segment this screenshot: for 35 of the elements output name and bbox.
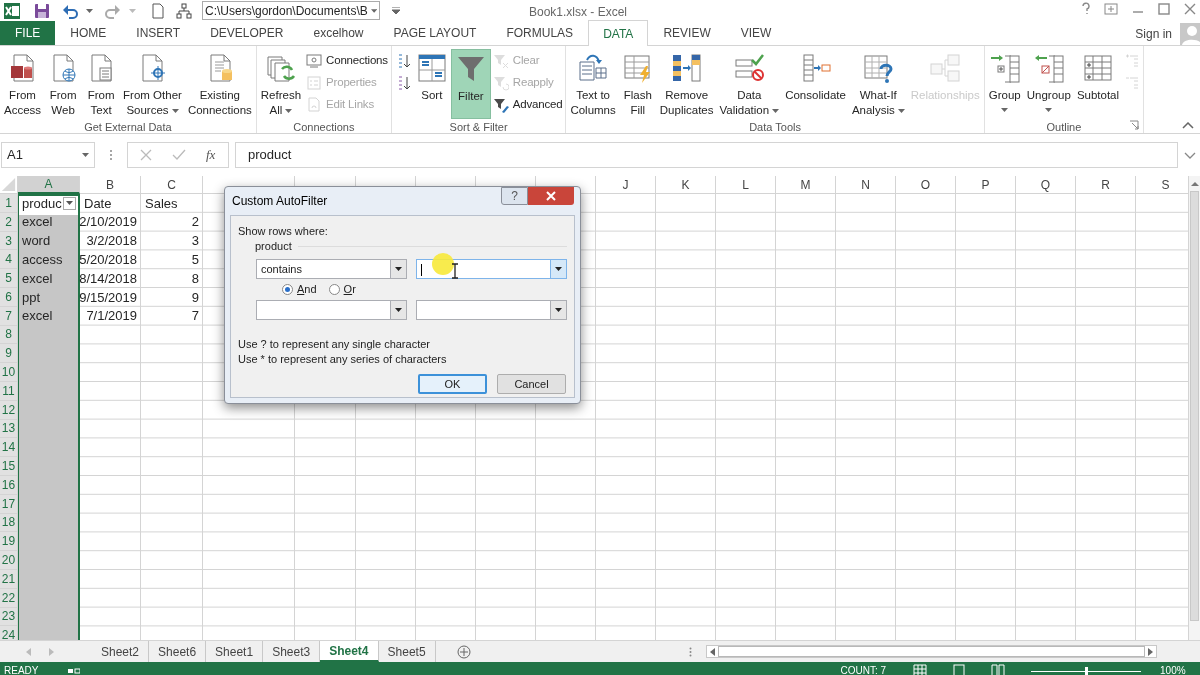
window-title: Book1.xlsx - Excel	[529, 4, 628, 21]
group-label: Sort & Filter	[449, 120, 508, 133]
status-text: COUNT: 7	[840, 665, 886, 675]
group-label: Data Tools	[749, 120, 801, 133]
table-cell-text: 9	[191, 288, 199, 307]
table-cell-text: access	[22, 251, 63, 270]
dialog-title: Custom AutoFilter	[232, 193, 328, 210]
group-label: Connections	[293, 120, 355, 133]
table-cell-text: excel	[22, 307, 53, 326]
prompt-label: Show rows where:	[238, 224, 329, 238]
zoom-level: 100%	[1160, 665, 1186, 675]
table-cell-text: 7/1/2019	[86, 307, 137, 326]
table-cell-text: produc	[22, 194, 63, 213]
table-cell-text: 2	[191, 213, 199, 232]
table-cell-text: Sales	[145, 194, 178, 213]
status-text: READY	[4, 665, 39, 675]
hint-text: Use ? to represent any single character	[238, 337, 431, 352]
table-cell-text: excel	[22, 213, 53, 232]
table-cell-text: 9/15/2019	[79, 288, 137, 307]
table-cell-text: word	[22, 232, 51, 251]
table-cell-text: Date	[84, 194, 112, 213]
table-cell-text: 2/10/2019	[79, 213, 137, 232]
table-cell-text: 8/14/2018	[79, 269, 137, 288]
group-label: Get External Data	[84, 120, 172, 133]
hint-text: Use * to represent any series of characters	[238, 352, 448, 367]
table-cell-text: excel	[22, 269, 53, 288]
field-label: product	[255, 239, 292, 253]
table-cell-text: ppt	[22, 288, 41, 307]
table-cell-text: 5	[191, 251, 199, 270]
group-label: Outline	[1046, 120, 1082, 133]
table-cell-text: 8	[191, 269, 199, 288]
table-cell-text: 7	[191, 307, 199, 326]
table-cell-text: 3	[191, 232, 199, 251]
table-cell-text: 5/20/2018	[79, 251, 137, 270]
table-cell-text: 3/2/2018	[86, 232, 137, 251]
